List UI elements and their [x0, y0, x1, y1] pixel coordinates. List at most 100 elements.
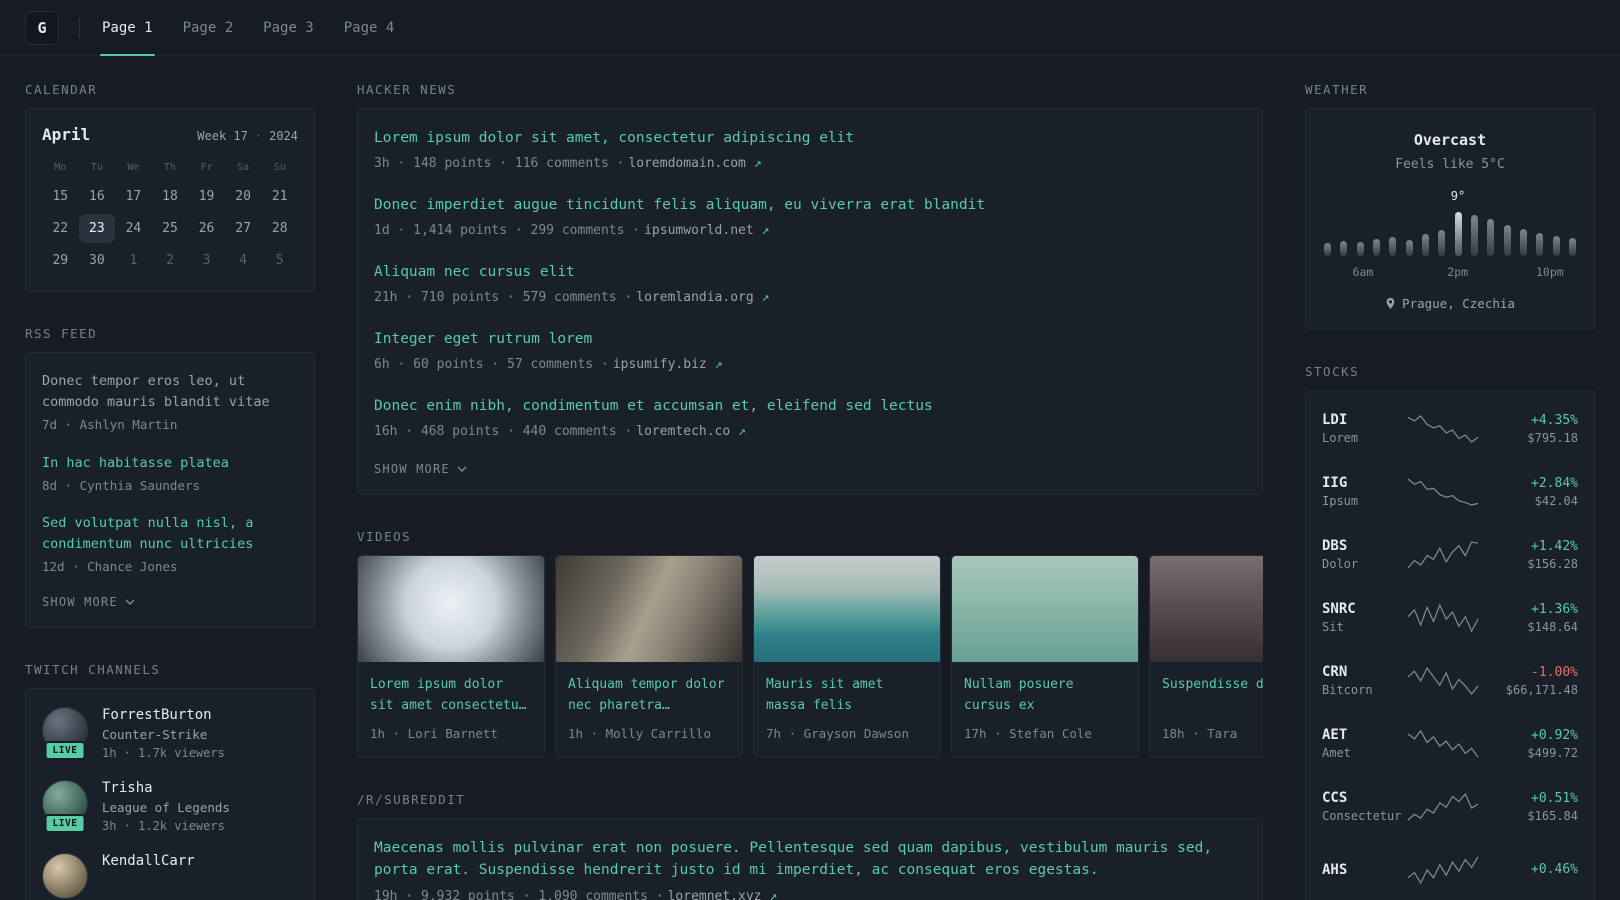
- chevron-down-icon: [457, 466, 467, 472]
- tab-page-1[interactable]: Page 1: [100, 0, 155, 56]
- calendar-header: April Week 17 · 2024: [42, 125, 298, 144]
- tab-page-3[interactable]: Page 3: [261, 0, 316, 55]
- weather-bars: [1322, 208, 1578, 256]
- channel-viewers: 1h · 1.7k viewers: [102, 745, 225, 760]
- hn-item-domain[interactable]: loremdomain.com ↗: [628, 156, 761, 171]
- calendar-week-label: Week 17: [197, 129, 248, 143]
- calendar-day: 1: [129, 253, 138, 268]
- stock-row[interactable]: SNRC Sit +1.36% $148.64: [1322, 586, 1578, 649]
- domain-label: loremlandia.org: [636, 290, 754, 306]
- app-logo[interactable]: G: [25, 10, 59, 45]
- tab-page-2[interactable]: Page 2: [181, 0, 236, 55]
- video-title[interactable]: Nullam posuere cursus ex: [964, 675, 1126, 717]
- rss-item-title[interactable]: Donec tempor eros leo, ut commodo mauris…: [42, 371, 298, 413]
- stock-name: Amet: [1322, 746, 1351, 760]
- video-card[interactable]: Mauris sit amet massa felis 7h · Grayson…: [753, 554, 941, 758]
- channel-name[interactable]: ForrestBurton: [102, 707, 225, 723]
- hn-item-title[interactable]: Integer eget rutrum lorem: [374, 328, 1246, 350]
- hn-item-stats: 16h · 468 points · 440 comments ·: [374, 424, 633, 440]
- hn-item-domain[interactable]: ipsumworld.net ↗: [644, 223, 769, 238]
- location-pin-icon: [1386, 298, 1395, 309]
- stock-values: +2.84% $42.04: [1490, 476, 1578, 508]
- stock-row[interactable]: CCS Consectetur +0.51% $165.84: [1322, 775, 1578, 838]
- hn-item-title[interactable]: Donec imperdiet augue tincidunt felis al…: [374, 194, 1246, 216]
- stock-row[interactable]: CRN Bitcorn -1.00% $66,171.48: [1322, 649, 1578, 712]
- rss-item: Sed volutpat nulla nisl, a condimentum n…: [42, 513, 298, 577]
- hn-item-domain[interactable]: loremtech.co ↗: [636, 424, 746, 439]
- twitch-card: LIVE ForrestBurton Counter-Strike 1h · 1…: [25, 687, 315, 900]
- hn-item: Integer eget rutrum lorem 6h · 60 points…: [374, 328, 1246, 375]
- video-card[interactable]: Aliquam tempor dolor nec pharetra… 1h · …: [555, 554, 743, 758]
- weather-bar: [1421, 234, 1429, 256]
- calendar-day: 28: [271, 221, 288, 236]
- video-card[interactable]: Nullam posuere cursus ex 17h · Stefan Co…: [951, 554, 1139, 758]
- twitch-section-title: TWITCH CHANNELS: [25, 661, 161, 677]
- channel-name[interactable]: KendallCarr: [102, 853, 195, 869]
- separator-dot: ·: [254, 129, 263, 143]
- weather-times: 6am 2pm 10pm: [1322, 265, 1578, 280]
- stock-price: $795.18: [1527, 430, 1578, 445]
- channel-info: ForrestBurton Counter-Strike 1h · 1.7k v…: [102, 707, 225, 760]
- hn-item-meta: 21h · 710 points · 579 comments · loremla…: [374, 288, 1246, 308]
- video-title[interactable]: Mauris sit amet massa felis: [766, 675, 928, 717]
- external-link-icon: ↗: [769, 888, 778, 900]
- video-meta: 1h · Lori Barnett: [370, 725, 498, 741]
- stock-price: $42.04: [1534, 493, 1578, 508]
- stock-name: Consectetur: [1322, 809, 1402, 823]
- reddit-post-domain[interactable]: loremnet.xyz ↗: [668, 889, 778, 900]
- hn-show-more-button[interactable]: SHOW MORE: [374, 462, 467, 476]
- weather-bar: [1356, 242, 1364, 256]
- weather-bar: [1552, 236, 1560, 256]
- video-card[interactable]: Suspendisse diam 18h · Tara: [1149, 554, 1263, 758]
- live-badge: LIVE: [44, 813, 86, 833]
- domain-label: loremtech.co: [636, 424, 731, 440]
- stock-sparkline: [1407, 540, 1479, 568]
- hn-item-title[interactable]: Aliquam nec cursus elit: [374, 261, 1246, 283]
- stock-symbol: LDI: [1322, 412, 1348, 428]
- stock-sparkline: [1407, 792, 1479, 820]
- hackernews-card: Lorem ipsum dolor sit amet, consectetur …: [357, 108, 1263, 495]
- hn-item-title[interactable]: Donec enim nibh, condimentum et accumsan…: [374, 395, 1246, 417]
- rss-item-title[interactable]: Sed volutpat nulla nisl, a condimentum n…: [42, 513, 298, 555]
- reddit-post-title[interactable]: Maecenas mollis pulvinar erat non posuer…: [374, 837, 1246, 882]
- stock-id: AET Amet: [1322, 727, 1396, 760]
- stock-id: DBS Dolor: [1322, 538, 1396, 571]
- rss-item-title[interactable]: In hac habitasse platea: [42, 453, 298, 474]
- twitch-channel[interactable]: LIVE Trisha League of Legends 3h · 1.2k …: [42, 779, 298, 833]
- rss-section-title: RSS FEED: [25, 326, 98, 341]
- video-title[interactable]: Aliquam tempor dolor nec pharetra…: [568, 675, 730, 717]
- stock-row[interactable]: LDI Lorem +4.35% $795.18: [1322, 397, 1578, 460]
- video-card[interactable]: Lorem ipsum dolor sit amet consectetu… 1…: [357, 554, 545, 758]
- channel-avatar-wrap: [42, 852, 88, 899]
- stock-id: IIG Ipsum: [1322, 475, 1396, 508]
- channel-avatar: [42, 852, 88, 899]
- calendar-grid: Mo Tu We Th Fr Sa Su 15 16 17 18 19 20 21 22 23 24 25 26 27…: [42, 156, 298, 275]
- show-more-label: SHOW MORE: [42, 594, 118, 609]
- calendar-day-header: Tu: [90, 162, 103, 173]
- twitch-channel[interactable]: LIVE ForrestBurton Counter-Strike 1h · 1…: [42, 706, 298, 760]
- stock-row[interactable]: IIG Ipsum +2.84% $42.04: [1322, 460, 1578, 523]
- rss-show-more-button[interactable]: SHOW MORE: [42, 595, 135, 609]
- twitch-channel[interactable]: KendallCarr: [42, 852, 298, 899]
- hn-item-domain[interactable]: ipsumify.biz ↗: [613, 357, 723, 372]
- video-thumbnail: [952, 555, 1138, 662]
- hn-item-domain[interactable]: loremlandia.org ↗: [636, 290, 769, 305]
- video-title[interactable]: Suspendisse diam: [1162, 675, 1263, 717]
- stock-row[interactable]: AET Amet +0.92% $499.72: [1322, 712, 1578, 775]
- hn-item-title[interactable]: Lorem ipsum dolor sit amet, consectetur …: [374, 127, 1246, 149]
- stock-row[interactable]: AHS +0.46%: [1322, 838, 1578, 900]
- calendar-day: 27: [235, 221, 251, 236]
- twitch-widget: TWITCH CHANNELS LIVE ForrestBurton Count…: [25, 662, 315, 900]
- channel-name[interactable]: Trisha: [102, 780, 230, 796]
- stock-row[interactable]: DBS Dolor +1.42% $156.28: [1322, 523, 1578, 586]
- video-title[interactable]: Lorem ipsum dolor sit amet consectetu…: [370, 675, 532, 717]
- calendar-day: 4: [239, 253, 248, 268]
- reddit-post-stats: 19h · 9,932 points · 1,090 comments ·: [374, 888, 664, 900]
- channel-avatar-wrap: LIVE: [42, 706, 88, 760]
- weather-time: 10pm: [1535, 265, 1564, 279]
- stock-name: Ipsum: [1322, 494, 1359, 508]
- stock-id: AHS: [1322, 862, 1396, 878]
- tab-page-4[interactable]: Page 4: [342, 0, 397, 55]
- stock-name: Sit: [1322, 620, 1344, 634]
- calendar-day: 5: [275, 253, 284, 268]
